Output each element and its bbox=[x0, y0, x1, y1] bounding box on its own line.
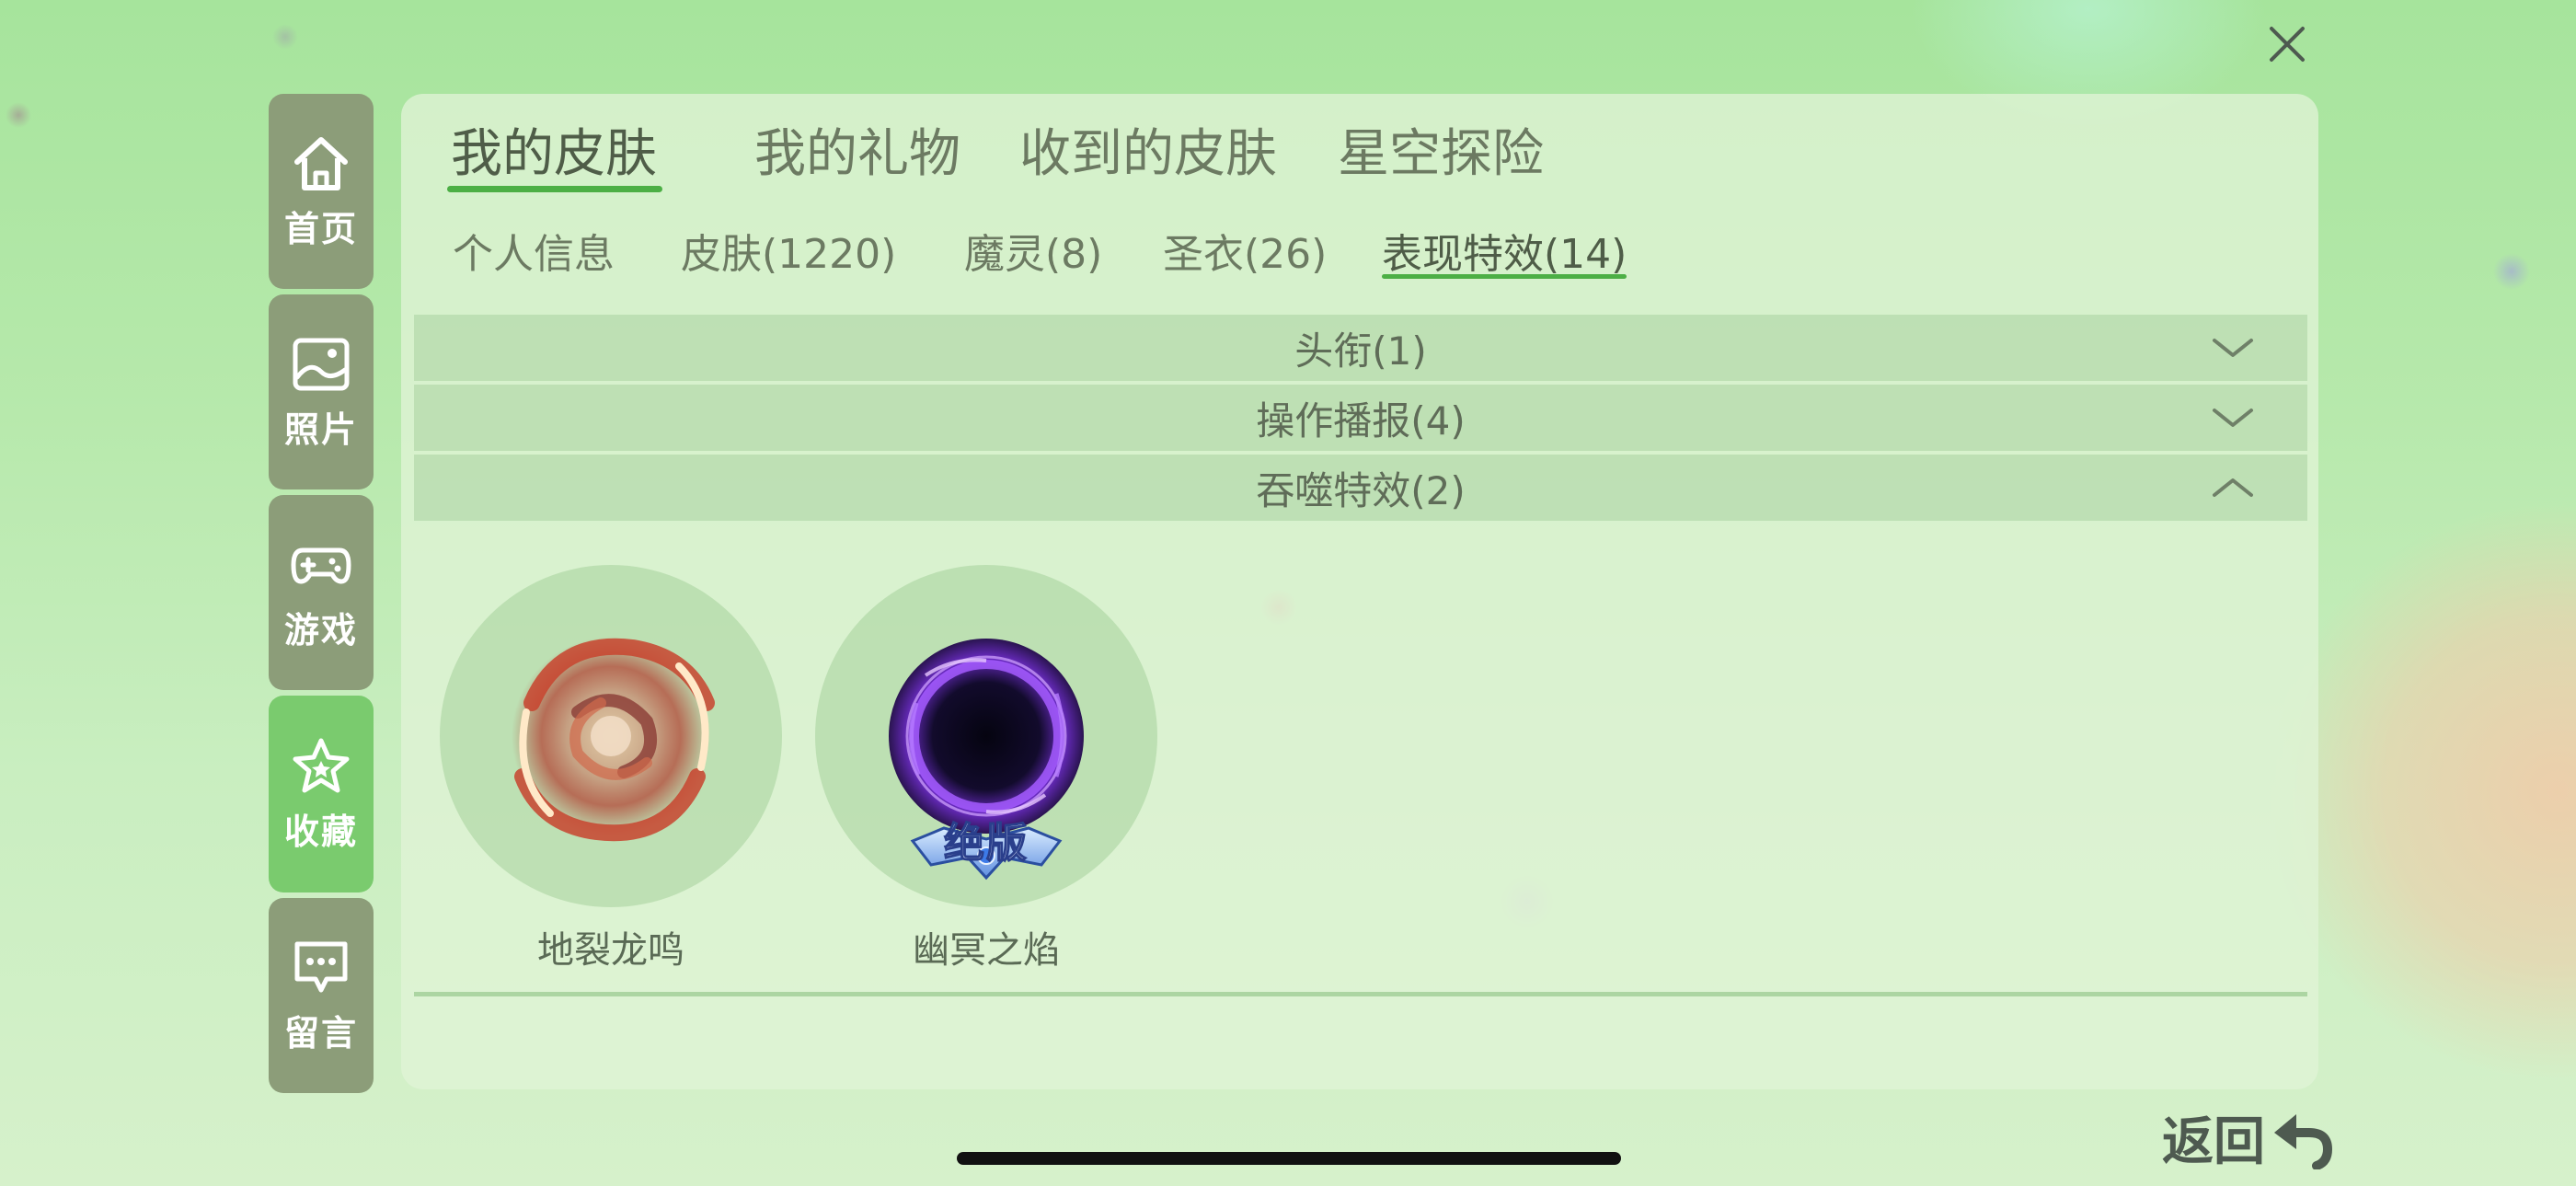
star-icon bbox=[293, 738, 350, 792]
section-label: 操作播报(4) bbox=[1256, 397, 1466, 443]
image-icon bbox=[293, 338, 350, 390]
sidebar-item-label: 首页 bbox=[283, 208, 358, 249]
home-indicator[interactable] bbox=[957, 1152, 1621, 1165]
subtab-label: 表现特效(14) bbox=[1382, 231, 1627, 278]
home-icon bbox=[294, 136, 348, 190]
sidebar-item-photos[interactable]: 照片 bbox=[269, 294, 374, 489]
subtab-spirits[interactable]: 魔灵(8) bbox=[964, 221, 1102, 280]
subtab-personal-info[interactable]: 个人信息 bbox=[453, 221, 615, 280]
effect-thumbnail bbox=[440, 565, 782, 907]
subtab-effects[interactable]: 表现特效(14) bbox=[1382, 221, 1627, 280]
subtab-label: 个人信息 bbox=[453, 231, 615, 278]
sidebar-item-messages[interactable]: 留言 bbox=[269, 898, 374, 1093]
sidebar-item-label: 收藏 bbox=[283, 811, 358, 852]
subtab-label: 圣衣(26) bbox=[1163, 231, 1328, 278]
subtab-skins[interactable]: 皮肤(1220) bbox=[681, 221, 896, 280]
sidebar-item-home[interactable]: 首页 bbox=[269, 94, 374, 289]
subtab-armor[interactable]: 圣衣(26) bbox=[1163, 221, 1327, 280]
divider bbox=[414, 992, 2307, 996]
chevron-down-icon bbox=[2213, 409, 2253, 427]
effect-item[interactable]: 绝版 幽冥之焰 bbox=[815, 565, 1157, 972]
section-label: 吞噬特效(2) bbox=[1256, 467, 1466, 513]
tab-star-adventure[interactable]: 星空探险 bbox=[1338, 112, 1544, 187]
back-label: 返回 bbox=[2162, 1111, 2265, 1172]
subtab-label: 皮肤(1220) bbox=[681, 231, 897, 278]
back-button[interactable]: 返回 bbox=[2162, 1102, 2333, 1172]
active-subtab-underline bbox=[1382, 274, 1627, 279]
subtab-label: 魔灵(8) bbox=[964, 231, 1103, 278]
tab-my-gifts[interactable]: 我的礼物 bbox=[754, 112, 960, 187]
vortex-effect-icon bbox=[512, 637, 715, 842]
sidebar-item-favorites[interactable]: 收藏 bbox=[269, 696, 374, 892]
chevron-up-icon bbox=[2213, 478, 2253, 497]
section-label: 头衔(1) bbox=[1294, 328, 1427, 374]
effect-item[interactable]: 地裂龙鸣 bbox=[440, 565, 782, 972]
effect-thumbnail: 绝版 bbox=[815, 565, 1157, 907]
return-arrow-icon bbox=[2274, 1114, 2333, 1169]
sidebar-item-label: 照片 bbox=[283, 409, 358, 450]
section-broadcast[interactable]: 操作播报(4) bbox=[414, 385, 2307, 451]
effect-name: 地裂龙鸣 bbox=[537, 929, 684, 972]
chevron-down-icon bbox=[2213, 339, 2253, 357]
effect-badge: 绝版 bbox=[943, 819, 1029, 868]
tab-my-skins[interactable]: 我的皮肤 bbox=[447, 112, 662, 192]
tab-label: 我的皮肤 bbox=[451, 124, 657, 184]
section-titles[interactable]: 头衔(1) bbox=[414, 315, 2307, 381]
tab-label: 收到的皮肤 bbox=[1019, 124, 1277, 184]
close-button[interactable] bbox=[2263, 20, 2311, 68]
section-devour-effects[interactable]: 吞噬特效(2) bbox=[414, 455, 2307, 521]
gamepad-icon bbox=[291, 547, 351, 583]
tab-label: 星空探险 bbox=[1338, 124, 1544, 184]
effect-name: 幽冥之焰 bbox=[913, 929, 1060, 972]
tab-received-skins[interactable]: 收到的皮肤 bbox=[1019, 112, 1277, 187]
tab-label: 我的礼物 bbox=[754, 124, 960, 184]
main-panel: 我的皮肤 我的礼物 收到的皮肤 星空探险 个人信息 皮肤(1220) 魔灵(8)… bbox=[401, 94, 2318, 1089]
sidebar-item-label: 游戏 bbox=[283, 609, 358, 651]
sidebar-item-games[interactable]: 游戏 bbox=[269, 495, 374, 690]
active-tab-underline bbox=[447, 186, 662, 192]
message-icon bbox=[294, 941, 348, 992]
sidebar: 首页 照片 游戏 收藏 留言 bbox=[269, 94, 374, 1099]
sidebar-item-label: 留言 bbox=[283, 1012, 358, 1054]
